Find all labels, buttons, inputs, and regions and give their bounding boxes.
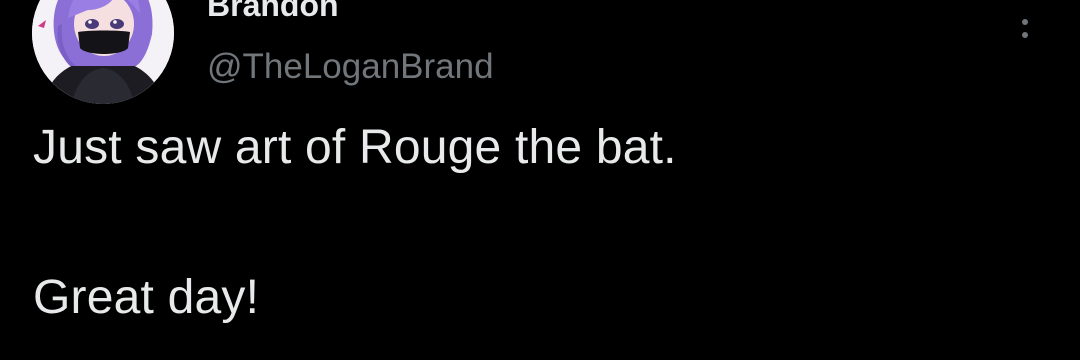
tweet-text-line: Great day! (33, 271, 260, 324)
avatar[interactable] (32, 0, 174, 104)
tweet: Brandon @TheLoganBrand Just saw art of R… (0, 0, 1080, 360)
author-handle[interactable]: @TheLoganBrand (207, 45, 494, 89)
tweet-text-line: Just saw art of Rouge the bat. (33, 121, 677, 174)
avatar-image (32, 0, 174, 104)
author-display-name[interactable]: Brandon (207, 0, 339, 25)
more-vertical-icon (1022, 19, 1028, 25)
more-vertical-icon-dot (1022, 32, 1028, 38)
more-options-button[interactable] (1010, 0, 1040, 38)
